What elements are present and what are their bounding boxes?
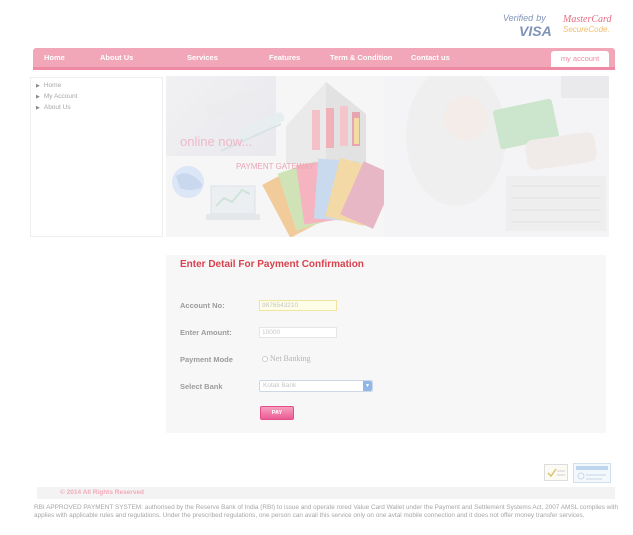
form-title: Enter Detail For Payment Confirmation xyxy=(180,259,364,270)
select-bank-label: Select Bank xyxy=(180,382,223,391)
bullet-icon: ▶ xyxy=(36,105,40,111)
nav-term-condition[interactable]: Term & Condition xyxy=(330,48,392,68)
securecode-text: SecureCode. xyxy=(563,25,610,34)
amount-field[interactable] xyxy=(259,327,337,338)
bank-select-value: Kotak Bank xyxy=(263,382,297,389)
pay-button[interactable]: PAY xyxy=(260,406,294,420)
nav-contact-us[interactable]: Contact us xyxy=(411,48,450,68)
nav-features[interactable]: Features xyxy=(269,48,300,68)
bullet-icon: ▶ xyxy=(36,83,40,89)
banner-tagline: online now... xyxy=(180,134,253,149)
nav-underline xyxy=(33,67,615,70)
security-certificate-badge xyxy=(573,463,611,483)
main-nav: Home About Us Services Features Term & C… xyxy=(33,48,615,68)
mastercard-text: MasterCard xyxy=(563,14,612,25)
seal-check-icon xyxy=(547,468,565,478)
nav-home[interactable]: Home xyxy=(44,48,65,68)
visa-text: VISA xyxy=(519,23,552,39)
payment-form-panel xyxy=(166,255,606,433)
certificate-icon xyxy=(576,466,608,480)
rbi-disclaimer: RBI APPROVED PAYMENT SYSTEM: authorised … xyxy=(34,504,619,519)
amount-label: Enter Amount: xyxy=(180,328,232,337)
verified-by-visa-logo: Verified by VISA xyxy=(503,12,559,40)
mastercard-securecode-logo: MasterCard SecureCode. xyxy=(563,14,615,38)
payment-banner: online now... PAYMENT GATEWAY xyxy=(166,76,609,237)
secure-seal-badge xyxy=(544,464,568,481)
side-item-label: About Us xyxy=(43,104,71,111)
my-account-tab[interactable]: my account xyxy=(551,51,609,67)
payment-gateway-label: PAYMENT GATEWAY xyxy=(236,162,315,171)
side-item-my-account[interactable]: ▶ My Account xyxy=(36,93,77,100)
side-item-about-us[interactable]: ▶ About Us xyxy=(36,104,71,111)
banner-illustration xyxy=(172,76,609,237)
copyright-text: © 2014 All Rights Reserved xyxy=(60,489,145,496)
bullet-icon: ▶ xyxy=(36,94,40,100)
verified-text: Verified xyxy=(503,13,534,23)
account-no-label: Account No: xyxy=(180,301,225,310)
net-banking-radio[interactable] xyxy=(262,356,268,362)
net-banking-label: Net Banking xyxy=(270,354,311,363)
account-no-field[interactable] xyxy=(259,300,337,311)
chevron-down-icon: ▾ xyxy=(363,381,372,391)
side-menu: ▶ Home ▶ My Account ▶ About Us xyxy=(30,77,163,237)
payment-mode-label: Payment Mode xyxy=(180,355,233,364)
side-item-label: My Account xyxy=(43,93,78,100)
side-item-home[interactable]: ▶ Home xyxy=(36,82,61,89)
nav-services[interactable]: Services xyxy=(187,48,218,68)
nav-about-us[interactable]: About Us xyxy=(100,48,133,68)
by-text: by xyxy=(536,13,546,23)
side-item-label: Home xyxy=(43,82,62,89)
bank-select[interactable]: Kotak Bank ▾ xyxy=(259,380,373,392)
